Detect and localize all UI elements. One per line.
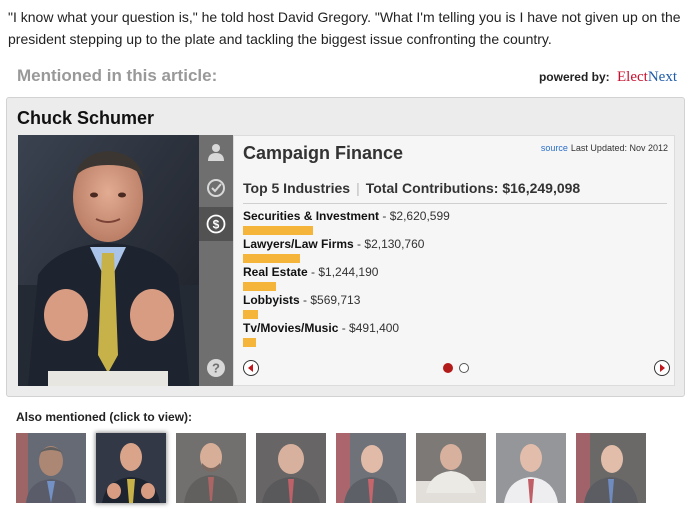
thumbnail-politician-4[interactable] bbox=[256, 433, 326, 503]
thumbnail-politician-5[interactable] bbox=[336, 433, 406, 503]
help-icon[interactable]: ? bbox=[199, 351, 233, 385]
industry-row: Tv/Movies/Music - $491,400 bbox=[243, 321, 663, 349]
politician-name: Chuck Schumer bbox=[17, 108, 155, 128]
source-link[interactable]: source bbox=[541, 143, 568, 153]
mentions-title: Mentioned in this article: bbox=[17, 66, 218, 85]
svg-text:$: $ bbox=[213, 218, 220, 232]
person-icon[interactable] bbox=[199, 135, 233, 169]
prev-arrow-icon[interactable] bbox=[243, 360, 259, 376]
industry-bar bbox=[243, 282, 276, 291]
industry-name: Tv/Movies/Music bbox=[243, 321, 339, 335]
last-updated-text: Last Updated: Nov 2012 bbox=[570, 143, 668, 153]
campaign-finance-panel: Campaign Finance source Last Updated: Nov… bbox=[233, 135, 675, 386]
industry-name: Lobbyists bbox=[243, 293, 300, 307]
industry-bar bbox=[243, 226, 313, 235]
industry-bar bbox=[243, 254, 300, 263]
industry-bar bbox=[243, 310, 258, 319]
industry-bar bbox=[243, 338, 256, 347]
industry-name: Securities & Investment bbox=[243, 209, 380, 223]
thumbnail-politician-7[interactable] bbox=[496, 433, 566, 503]
industry-label: Lawyers/Law Firms - $2,130,760 bbox=[243, 237, 425, 251]
industry-amount: $2,620,599 bbox=[389, 209, 450, 223]
industry-row: Securities & Investment - $2,620,599 bbox=[243, 209, 663, 237]
thumbnail-politician-3[interactable] bbox=[176, 433, 246, 503]
article-quote: "I know what your question is," he told … bbox=[8, 9, 681, 47]
dollar-icon[interactable]: $ bbox=[199, 207, 233, 241]
politician-widget: Chuck Schumer $ ? Campaign Finance sourc… bbox=[6, 97, 685, 397]
industry-name: Lawyers/Law Firms bbox=[243, 237, 354, 251]
industry-row: Lawyers/Law Firms - $2,130,760 bbox=[243, 237, 663, 265]
pager-dot-1[interactable] bbox=[443, 363, 453, 373]
powered-by: powered by: ElectNext bbox=[539, 69, 677, 86]
also-mentioned-title: Also mentioned (click to view): bbox=[16, 410, 193, 424]
total-contributions: Total Contributions: $16,249,098 bbox=[365, 180, 581, 196]
industry-label: Tv/Movies/Music - $491,400 bbox=[243, 321, 400, 335]
industry-name: Real Estate bbox=[243, 265, 308, 279]
next-arrow-icon[interactable] bbox=[654, 360, 670, 376]
electnext-logo[interactable]: ElectNext bbox=[617, 69, 677, 85]
industry-label: Securities & Investment - $2,620,599 bbox=[243, 209, 450, 223]
mentions-header: Mentioned in this article: powered by: E… bbox=[17, 66, 677, 88]
pager-dot-2[interactable] bbox=[459, 363, 469, 373]
svg-text:?: ? bbox=[212, 361, 220, 376]
panel-title: Campaign Finance bbox=[243, 143, 404, 163]
last-updated: source Last Updated: Nov 2012 bbox=[541, 143, 668, 153]
contributions-summary: Top 5 Industries | Total Contributions: $1… bbox=[243, 180, 667, 204]
powered-by-label: powered by: bbox=[538, 70, 610, 84]
also-mentioned-thumbnails bbox=[16, 433, 656, 505]
industry-label: Real Estate - $1,244,190 bbox=[243, 265, 379, 279]
industry-amount: $569,713 bbox=[310, 293, 361, 307]
thumbnail-politician-6[interactable] bbox=[416, 433, 486, 503]
thumbnail-politician-1[interactable] bbox=[16, 433, 86, 503]
industry-row: Real Estate - $1,244,190 bbox=[243, 265, 663, 293]
industry-label: Lobbyists - $569,713 bbox=[243, 293, 361, 307]
industry-amount: $491,400 bbox=[349, 321, 400, 335]
category-icon-bar: $ ? bbox=[199, 135, 233, 386]
top-industries-label: Top 5 Industries bbox=[243, 180, 351, 196]
industry-row: Lobbyists - $569,713 bbox=[243, 293, 663, 321]
thumbnail-politician-2[interactable] bbox=[96, 433, 166, 503]
politician-photo bbox=[18, 135, 199, 386]
thumbnail-politician-8[interactable] bbox=[576, 433, 646, 503]
industry-amount: $1,244,190 bbox=[318, 265, 379, 279]
checkmark-icon[interactable] bbox=[199, 171, 233, 205]
industry-amount: $2,130,760 bbox=[364, 237, 425, 251]
